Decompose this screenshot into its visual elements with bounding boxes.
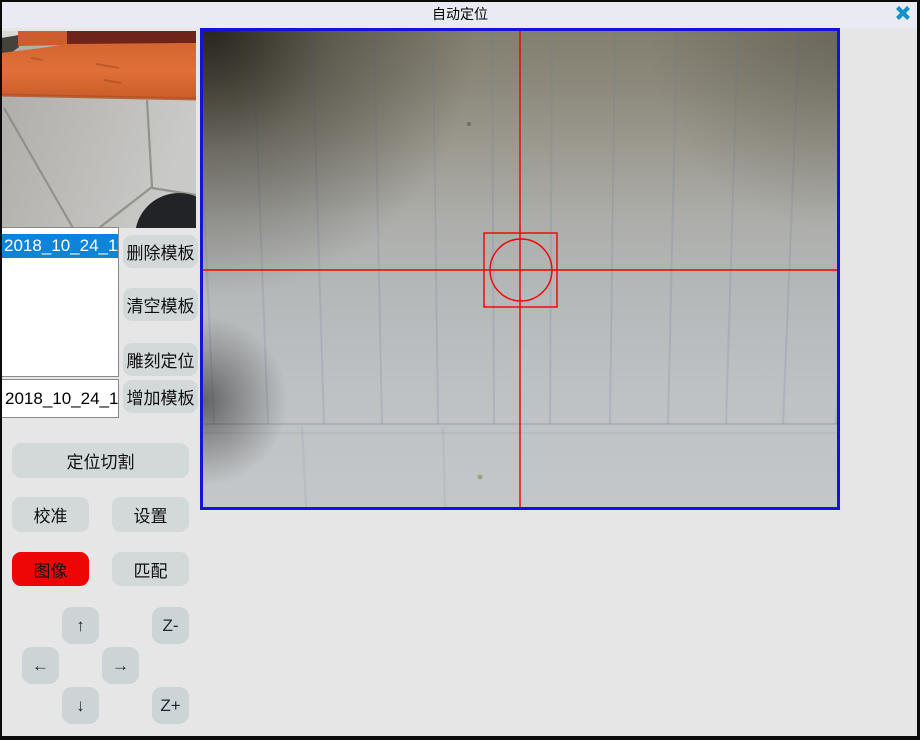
jog-left-button[interactable]: ←: [22, 647, 59, 684]
window-title: 自动定位: [0, 0, 920, 28]
jog-z-plus-button[interactable]: Z+: [152, 687, 189, 724]
close-icon: [895, 5, 911, 26]
arrow-down-icon: ↓: [76, 696, 85, 716]
calibrate-button[interactable]: 校准: [12, 497, 89, 532]
image-button[interactable]: 图像: [12, 552, 89, 586]
delete-template-button[interactable]: 删除模板: [123, 235, 198, 268]
thumb-orange-beam: [1, 43, 196, 99]
engrave-position-button[interactable]: 雕刻定位: [123, 343, 198, 376]
match-button[interactable]: 匹配: [112, 552, 189, 586]
settings-button[interactable]: 设置: [112, 497, 189, 532]
template-thumbnail: [1, 31, 196, 228]
clear-templates-button[interactable]: 清空模板: [123, 288, 198, 321]
position-cut-button[interactable]: 定位切割: [12, 443, 189, 478]
jog-right-button[interactable]: →: [102, 647, 139, 684]
thumb-dark-red-bar: [67, 31, 196, 45]
camera-view[interactable]: [200, 28, 840, 510]
close-button[interactable]: [893, 5, 913, 25]
add-template-button[interactable]: 增加模板: [123, 380, 198, 413]
template-name-field[interactable]: 2018_10_24_11: [1, 379, 119, 418]
titlebar: 自动定位: [0, 0, 920, 28]
jog-z-minus-button[interactable]: Z-: [152, 607, 189, 644]
template-list[interactable]: 2018_10_24_11: [1, 227, 119, 377]
arrow-left-icon: ←: [32, 656, 49, 676]
arrow-right-icon: →: [112, 656, 129, 676]
jog-down-button[interactable]: ↓: [62, 687, 99, 724]
arrow-up-icon: ↑: [76, 616, 85, 636]
template-list-item[interactable]: 2018_10_24_11: [2, 234, 118, 258]
jog-up-button[interactable]: ↑: [62, 607, 99, 644]
